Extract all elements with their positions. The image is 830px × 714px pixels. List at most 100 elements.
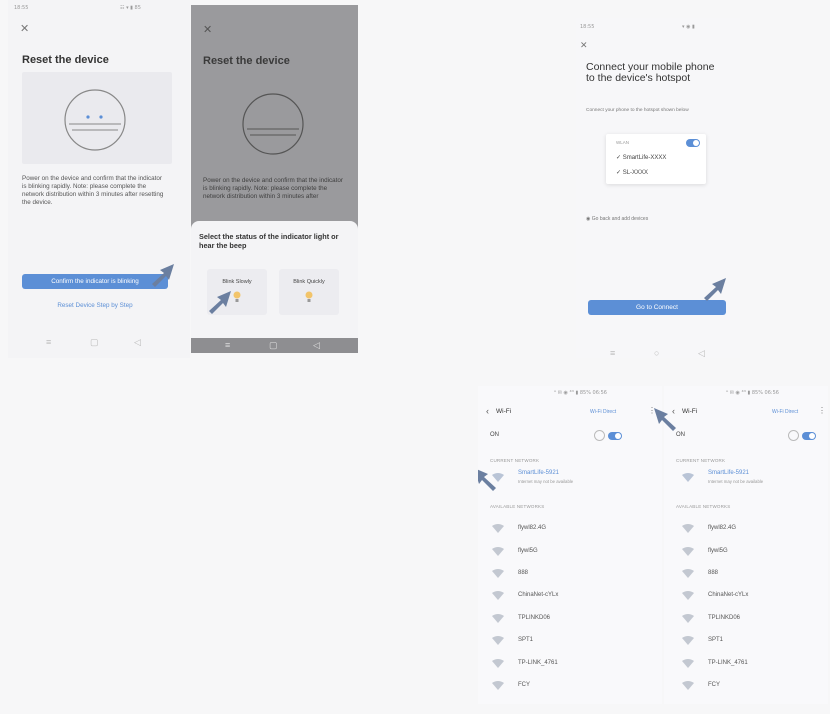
network-name: flywl82.4G [518,525,547,531]
bulb-icon [233,291,241,302]
network-name: FCY [518,682,530,688]
hotspot-network-item[interactable]: ✓ SmartLife-XXXX [616,154,666,161]
nav-home-icon[interactable]: ○ [654,348,659,358]
screen-title: Wi-Fi [496,408,512,415]
reset-overlay-screen: ✕ Reset the device Power on the device a… [191,5,358,353]
list-item[interactable]: 888 [478,565,662,585]
wifi-toggle[interactable] [802,432,816,440]
list-item[interactable]: FCY [664,677,828,697]
blink-quickly-option[interactable]: Blink Quickly [279,269,339,315]
current-network-header: CURRENT NETWORK [490,458,540,463]
page-title: Connect your mobile phone to the device'… [586,61,715,84]
wifi-lock-icon [682,681,694,690]
pointer-arrow-icon [478,468,496,491]
wifi-circle-icon [788,430,799,441]
list-item[interactable]: ChinaNet-cYLx [664,587,828,607]
network-name: flywl5G [518,548,538,554]
wifi-direct-link[interactable]: Wi-Fi Direct [590,409,616,415]
reset-step-by-step-link[interactable]: Reset Device Step by Step [22,302,168,309]
sheet-title: Select the status of the indicator light… [199,232,339,250]
wifi-lock-icon [492,547,504,556]
wifi-lock-icon [682,614,694,623]
confirm-indicator-button[interactable]: Confirm the indicator is blinking [22,274,168,289]
status-bar: ᴬ ✉ ◉ ⁴ᴳ ▮ 85% 06:56 [726,390,779,396]
hotspot-network-item[interactable]: ✓ SL-XXXX [616,169,648,176]
nav-back-icon[interactable]: ◁ [134,337,141,348]
wifi-lock-icon [492,681,504,690]
current-network-row[interactable]: SmartLife-5921 Internet may not be avail… [664,466,828,490]
list-item[interactable]: ChinaNet-cYLx [478,587,662,607]
page-title: Reset the device [22,54,109,66]
nav-back-icon[interactable]: ◁ [313,340,320,351]
pointer-arrow-icon [704,278,726,301]
overlay-title: Reset the device [203,55,290,67]
go-to-connect-button[interactable]: Go to Connect [588,300,726,315]
nav-home-icon[interactable]: ▢ [90,337,99,348]
nav-back-icon[interactable]: ◁ [698,348,705,358]
list-item[interactable]: flywl82.4G [664,520,828,540]
list-item[interactable]: TP-LINK_4761 [478,655,662,675]
wifi-on-label: ON [490,432,499,438]
wifi-lock-icon [682,659,694,668]
more-options-icon[interactable]: ⋮ [818,406,826,415]
network-name: ChinaNet-cYLx [518,592,559,598]
option-label: Blink Slowly [222,279,252,285]
nav-home-icon[interactable]: ▢ [269,340,278,351]
back-icon[interactable]: ‹ [486,406,489,416]
screen-title: Wi-Fi [682,408,698,415]
overlay-description: Power on the device and confirm that the… [203,177,343,200]
current-network-row[interactable]: SmartLife-5921 Internet may not be avail… [478,466,662,490]
status-icons: ☷ ▾ ▮ 85 [120,5,141,11]
list-item[interactable]: SPT1 [478,632,662,652]
nav-menu-icon[interactable]: ≡ [225,340,230,350]
device-illustration [22,72,172,164]
list-item[interactable]: TP-LINK_4761 [664,655,828,675]
wifi-lock-icon [492,591,504,600]
list-item[interactable]: flywl5G [478,543,662,563]
network-name: SPT1 [708,637,724,643]
nav-menu-icon[interactable]: ≡ [46,337,51,347]
nav-menu-icon[interactable]: ≡ [610,348,615,358]
status-time: 18:55 [580,24,595,30]
list-item[interactable]: 888 [664,565,828,585]
wifi-lock-icon [682,636,694,645]
wifi-lock-icon [682,524,694,533]
hotspot-instruction: Connect your phone to the hotspot shown … [586,108,689,113]
list-item[interactable]: flywl5G [664,543,828,563]
network-name: TP-LINK_4761 [708,660,748,666]
bulb-icon [305,291,313,302]
wifi-on-label: ON [676,432,685,438]
option-label: Blink Quickly [293,279,325,285]
network-name: 888 [708,570,719,576]
network-name: SPT1 [518,637,534,643]
go-back-label: Go back and add devices [591,216,649,222]
hotspot-screen: 18:55 ▾ ◉ ▮ ✕ Connect your mobile phone … [576,18,740,358]
wifi-toggle[interactable] [608,432,622,440]
wifi-direct-link[interactable]: Wi-Fi Direct [772,409,798,415]
pointer-arrow-icon [654,408,676,431]
current-network-name: SmartLife-5921 [518,470,560,476]
reset-description: Power on the device and confirm that the… [22,175,164,206]
wifi-lock-icon [492,614,504,623]
close-icon[interactable]: ✕ [580,40,588,51]
nav-bar: ≡ ▢ ◁ [191,338,358,353]
close-icon[interactable]: ✕ [203,25,212,36]
wifi-circle-icon [594,430,605,441]
wifi-settings-screen-right: ᴬ ✉ ◉ ⁴ᴳ ▮ 85% 06:56 ‹ Wi-Fi Wi-Fi Direc… [664,386,828,704]
wifi-lock-icon [492,524,504,533]
go-back-link[interactable]: ◉ Go back and add devices [586,216,648,222]
list-item[interactable]: flywl82.4G [478,520,662,540]
network-name: flywl82.4G [708,525,737,531]
device-image-icon [242,93,304,155]
network-name: TPLINKD06 [518,615,551,621]
current-network-name: SmartLife-5921 [708,470,750,476]
wlan-card: WLAN ✓ SmartLife-XXXX ✓ SL-XXXX [606,134,706,184]
list-item[interactable]: TPLINKD06 [478,610,662,630]
current-network-status: Internet may not be available [518,479,574,484]
list-item[interactable]: TPLINKD06 [664,610,828,630]
wlan-toggle[interactable] [686,139,700,147]
available-networks-header: AVAILABLE NETWORKS [490,504,545,509]
list-item[interactable]: SPT1 [664,632,828,652]
list-item[interactable]: FCY [478,677,662,697]
close-icon[interactable]: ✕ [20,24,29,35]
